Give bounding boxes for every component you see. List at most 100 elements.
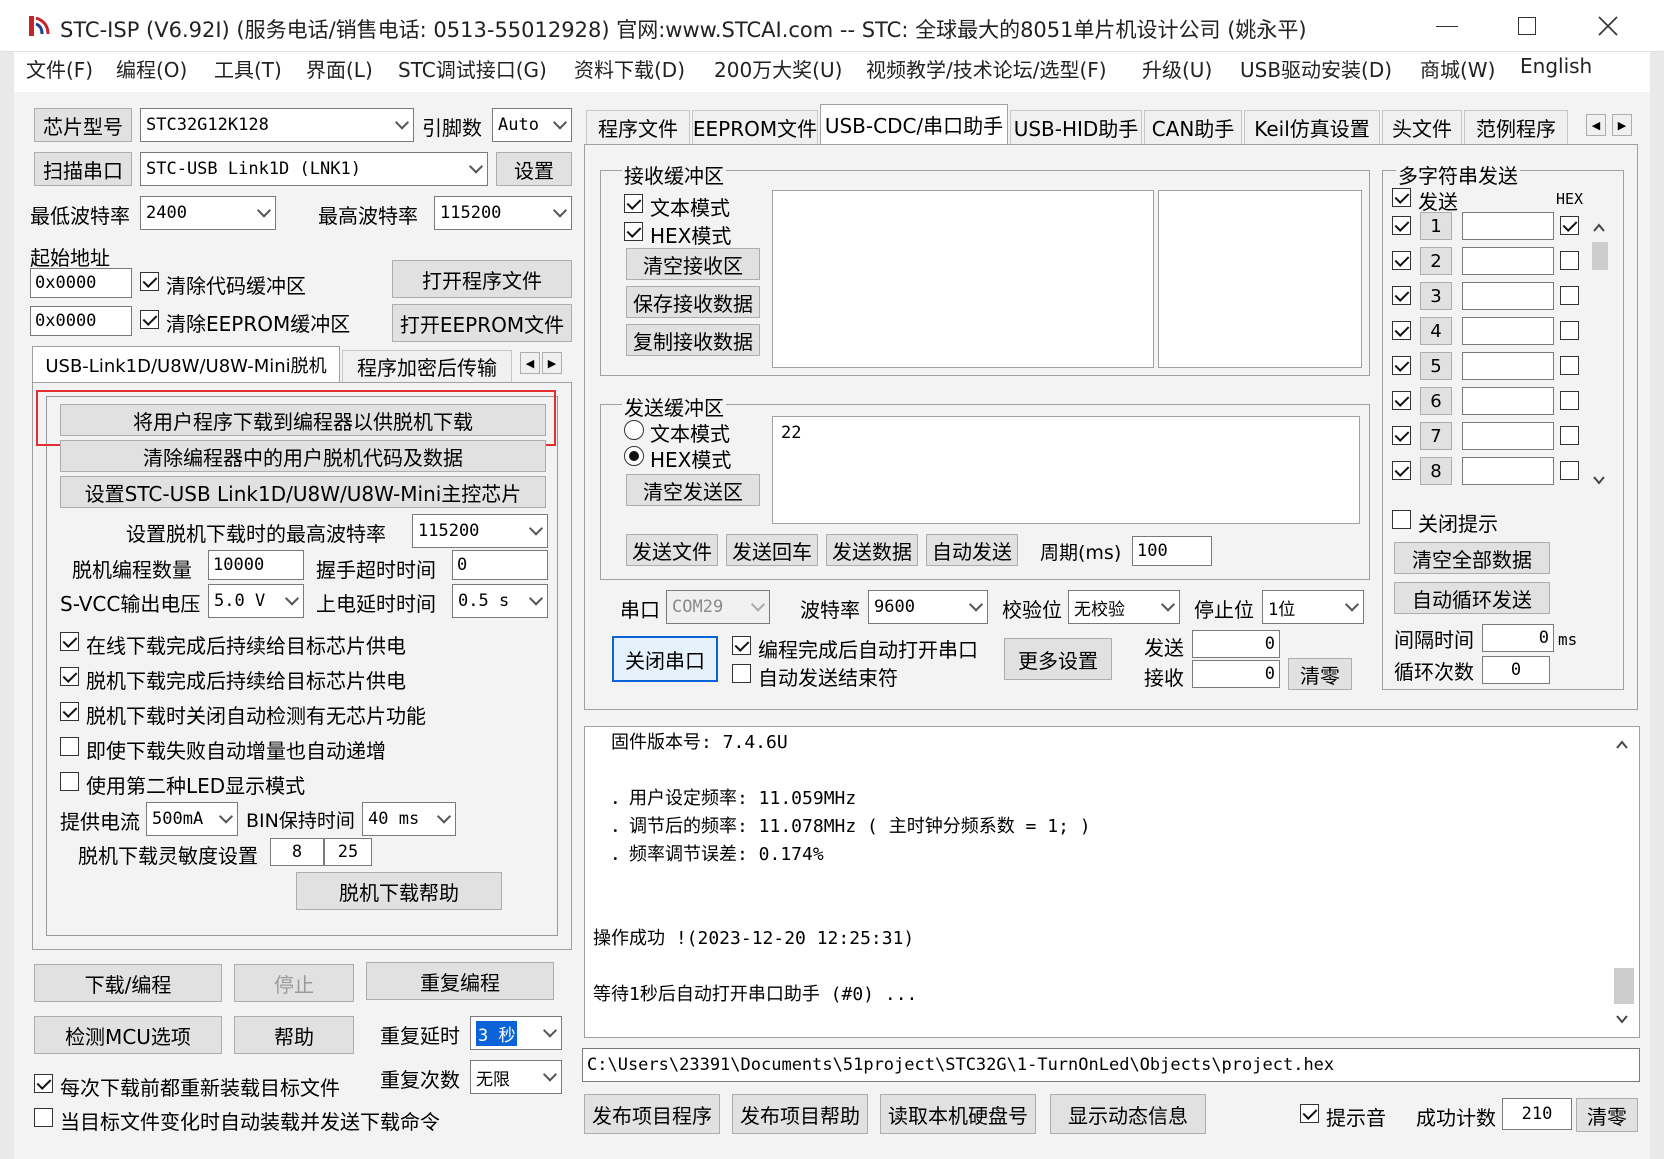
tab-examples[interactable]: 范例程序 xyxy=(1464,110,1568,144)
multi-row-checkbox[interactable] xyxy=(1392,461,1411,480)
start-address-eeprom-input[interactable]: 0x0000 xyxy=(30,306,132,336)
send-data-button[interactable]: 发送数据 xyxy=(826,534,918,566)
stop-button[interactable]: 停止 xyxy=(234,964,354,1002)
clear-success-button[interactable]: 清零 xyxy=(1576,1098,1638,1132)
menu-interface[interactable]: 界面(L) xyxy=(306,54,373,83)
multi-row-checkbox[interactable] xyxy=(1392,321,1411,340)
download-program-button[interactable]: 下载/编程 xyxy=(34,964,222,1002)
reload-before-download-checkbox[interactable] xyxy=(34,1074,53,1093)
log-scroll-thumb[interactable] xyxy=(1614,968,1634,1004)
multi-row-send-button[interactable]: 6 xyxy=(1420,387,1452,415)
clear-counts-button[interactable]: 清零 xyxy=(1288,658,1352,690)
clear-receive-button[interactable]: 清空接收区 xyxy=(626,248,760,280)
tab-scroll-right-icon[interactable]: ▶ xyxy=(542,352,562,374)
clear-programmer-data-button[interactable]: 清除编程器中的用户脱机代码及数据 xyxy=(60,440,546,472)
multi-scroll-up-icon[interactable] xyxy=(1592,218,1606,232)
bin-hold-select[interactable]: 40 ms xyxy=(362,802,456,836)
chip-type-select[interactable]: STC32G12K128 xyxy=(140,108,414,142)
tab-program-file[interactable]: 程序文件 xyxy=(586,110,690,144)
multi-row-send-button[interactable]: 2 xyxy=(1420,247,1452,275)
multi-row-checkbox[interactable] xyxy=(1392,391,1411,410)
read-disk-id-button[interactable]: 读取本机硬盘号 xyxy=(880,1094,1036,1134)
tab-scroll-left-icon[interactable]: ◀ xyxy=(520,352,540,374)
maximize-button[interactable] xyxy=(1518,17,1536,35)
online-keep-power-checkbox[interactable] xyxy=(60,632,79,651)
multi-row-input[interactable] xyxy=(1462,352,1554,380)
tab-usb-hid[interactable]: USB-HID助手 xyxy=(1010,110,1142,144)
port-select[interactable]: STC-USB Link1D (LNK1) xyxy=(140,152,488,186)
receive-text-area[interactable] xyxy=(772,190,1154,368)
tab-keil-emulation[interactable]: Keil仿真设置 xyxy=(1244,110,1380,144)
menu-downloads[interactable]: 资料下载(D) xyxy=(574,54,685,83)
send-carriage-return-button[interactable]: 发送回车 xyxy=(726,534,818,566)
clear-eeprom-buffer-checkbox[interactable] xyxy=(140,310,159,329)
tab-header-file[interactable]: 头文件 xyxy=(1382,110,1462,144)
send-text-mode-radio[interactable] xyxy=(624,420,644,440)
multi-row-send-button[interactable]: 4 xyxy=(1420,317,1452,345)
multi-row-hex-checkbox[interactable] xyxy=(1560,426,1579,445)
open-eeprom-file-button[interactable]: 打开EEPROM文件 xyxy=(392,304,572,342)
com-port-select[interactable]: COM29 xyxy=(666,590,770,624)
multi-scroll-down-icon[interactable] xyxy=(1592,470,1606,485)
log-scroll-down-icon[interactable] xyxy=(1614,1010,1630,1026)
show-dynamic-info-button[interactable]: 显示动态信息 xyxy=(1050,1094,1206,1134)
copy-receive-button[interactable]: 复制接收数据 xyxy=(626,324,760,356)
clear-all-data-button[interactable]: 清空全部数据 xyxy=(1394,542,1550,574)
period-input[interactable]: 100 xyxy=(1132,536,1212,566)
tab-usb-cdc-serial[interactable]: USB-CDC/串口助手 xyxy=(820,104,1008,144)
multi-row-send-button[interactable]: 8 xyxy=(1420,457,1452,485)
disable-chip-detect-checkbox[interactable] xyxy=(60,702,79,721)
multi-row-input[interactable] xyxy=(1462,387,1554,415)
auto-loop-send-button[interactable]: 自动循环发送 xyxy=(1394,582,1550,614)
help-button[interactable]: 帮助 xyxy=(234,1016,354,1054)
svcc-voltage-select[interactable]: 5.0 V xyxy=(208,584,304,618)
auto-increment-checkbox[interactable] xyxy=(60,737,79,756)
close-tip-checkbox[interactable] xyxy=(1392,510,1411,529)
auto-send-button[interactable]: 自动发送 xyxy=(926,534,1018,566)
menu-usb-driver[interactable]: USB驱动安装(D) xyxy=(1240,54,1392,83)
right-tab-scroll-right-icon[interactable]: ▶ xyxy=(1612,114,1632,136)
menu-video[interactable]: 视频教学/技术论坛/选型(F) xyxy=(866,54,1107,83)
menu-english[interactable]: English xyxy=(1520,54,1592,78)
offline-keep-power-checkbox[interactable] xyxy=(60,667,79,686)
parity-select[interactable]: 无校验 xyxy=(1068,590,1180,624)
send-hex-mode-radio[interactable] xyxy=(624,446,644,466)
publish-help-button[interactable]: 发布项目帮助 xyxy=(732,1094,868,1134)
hex-file-path[interactable]: C:\Users\23391\Documents\51project\STC32… xyxy=(582,1048,1640,1082)
multi-row-send-button[interactable]: 3 xyxy=(1420,282,1452,310)
scan-port-button[interactable]: 扫描串口 xyxy=(34,152,132,186)
supply-current-select[interactable]: 500mA xyxy=(146,802,238,836)
settings-button[interactable]: 设置 xyxy=(496,152,572,186)
repeat-count-select[interactable]: 无限 xyxy=(470,1060,562,1094)
multi-row-hex-checkbox[interactable] xyxy=(1560,321,1579,340)
close-port-button[interactable]: 关闭串口 xyxy=(612,636,718,682)
multi-row-checkbox[interactable] xyxy=(1392,216,1411,235)
interval-input[interactable]: 0 xyxy=(1482,624,1554,652)
auto-open-port-checkbox[interactable] xyxy=(732,636,751,655)
loop-count-input[interactable]: 0 xyxy=(1482,656,1550,684)
multi-row-input[interactable] xyxy=(1462,457,1554,485)
menu-tools[interactable]: 工具(T) xyxy=(214,54,282,83)
multi-row-hex-checkbox[interactable] xyxy=(1560,251,1579,270)
multi-scroll-thumb[interactable] xyxy=(1592,242,1608,270)
send-file-button[interactable]: 发送文件 xyxy=(626,534,718,566)
receive-hex-mode-checkbox[interactable] xyxy=(624,222,643,241)
baud-rate-select[interactable]: 9600 xyxy=(868,590,988,624)
start-address-code-input[interactable]: 0x0000 xyxy=(30,268,132,298)
more-settings-button[interactable]: 更多设置 xyxy=(1004,638,1112,680)
publish-project-button[interactable]: 发布项目程序 xyxy=(584,1094,720,1134)
menu-file[interactable]: 文件(F) xyxy=(26,54,93,83)
multi-row-hex-checkbox[interactable] xyxy=(1560,216,1579,235)
min-baud-select[interactable]: 2400 xyxy=(140,196,276,230)
multi-row-checkbox[interactable] xyxy=(1392,251,1411,270)
multi-row-checkbox[interactable] xyxy=(1392,356,1411,375)
tab-eeprom-file[interactable]: EEPROM文件 xyxy=(692,110,818,144)
multi-row-send-button[interactable]: 5 xyxy=(1420,352,1452,380)
multi-row-hex-checkbox[interactable] xyxy=(1560,391,1579,410)
save-receive-button[interactable]: 保存接收数据 xyxy=(626,286,760,318)
repeat-program-button[interactable]: 重复编程 xyxy=(366,962,554,1000)
multi-row-input[interactable] xyxy=(1462,422,1554,450)
multi-row-send-button[interactable]: 1 xyxy=(1420,212,1452,240)
sensitivity-input-2[interactable]: 25 xyxy=(324,838,372,866)
tab-encrypted-transfer[interactable]: 程序加密后传输 xyxy=(342,350,512,382)
